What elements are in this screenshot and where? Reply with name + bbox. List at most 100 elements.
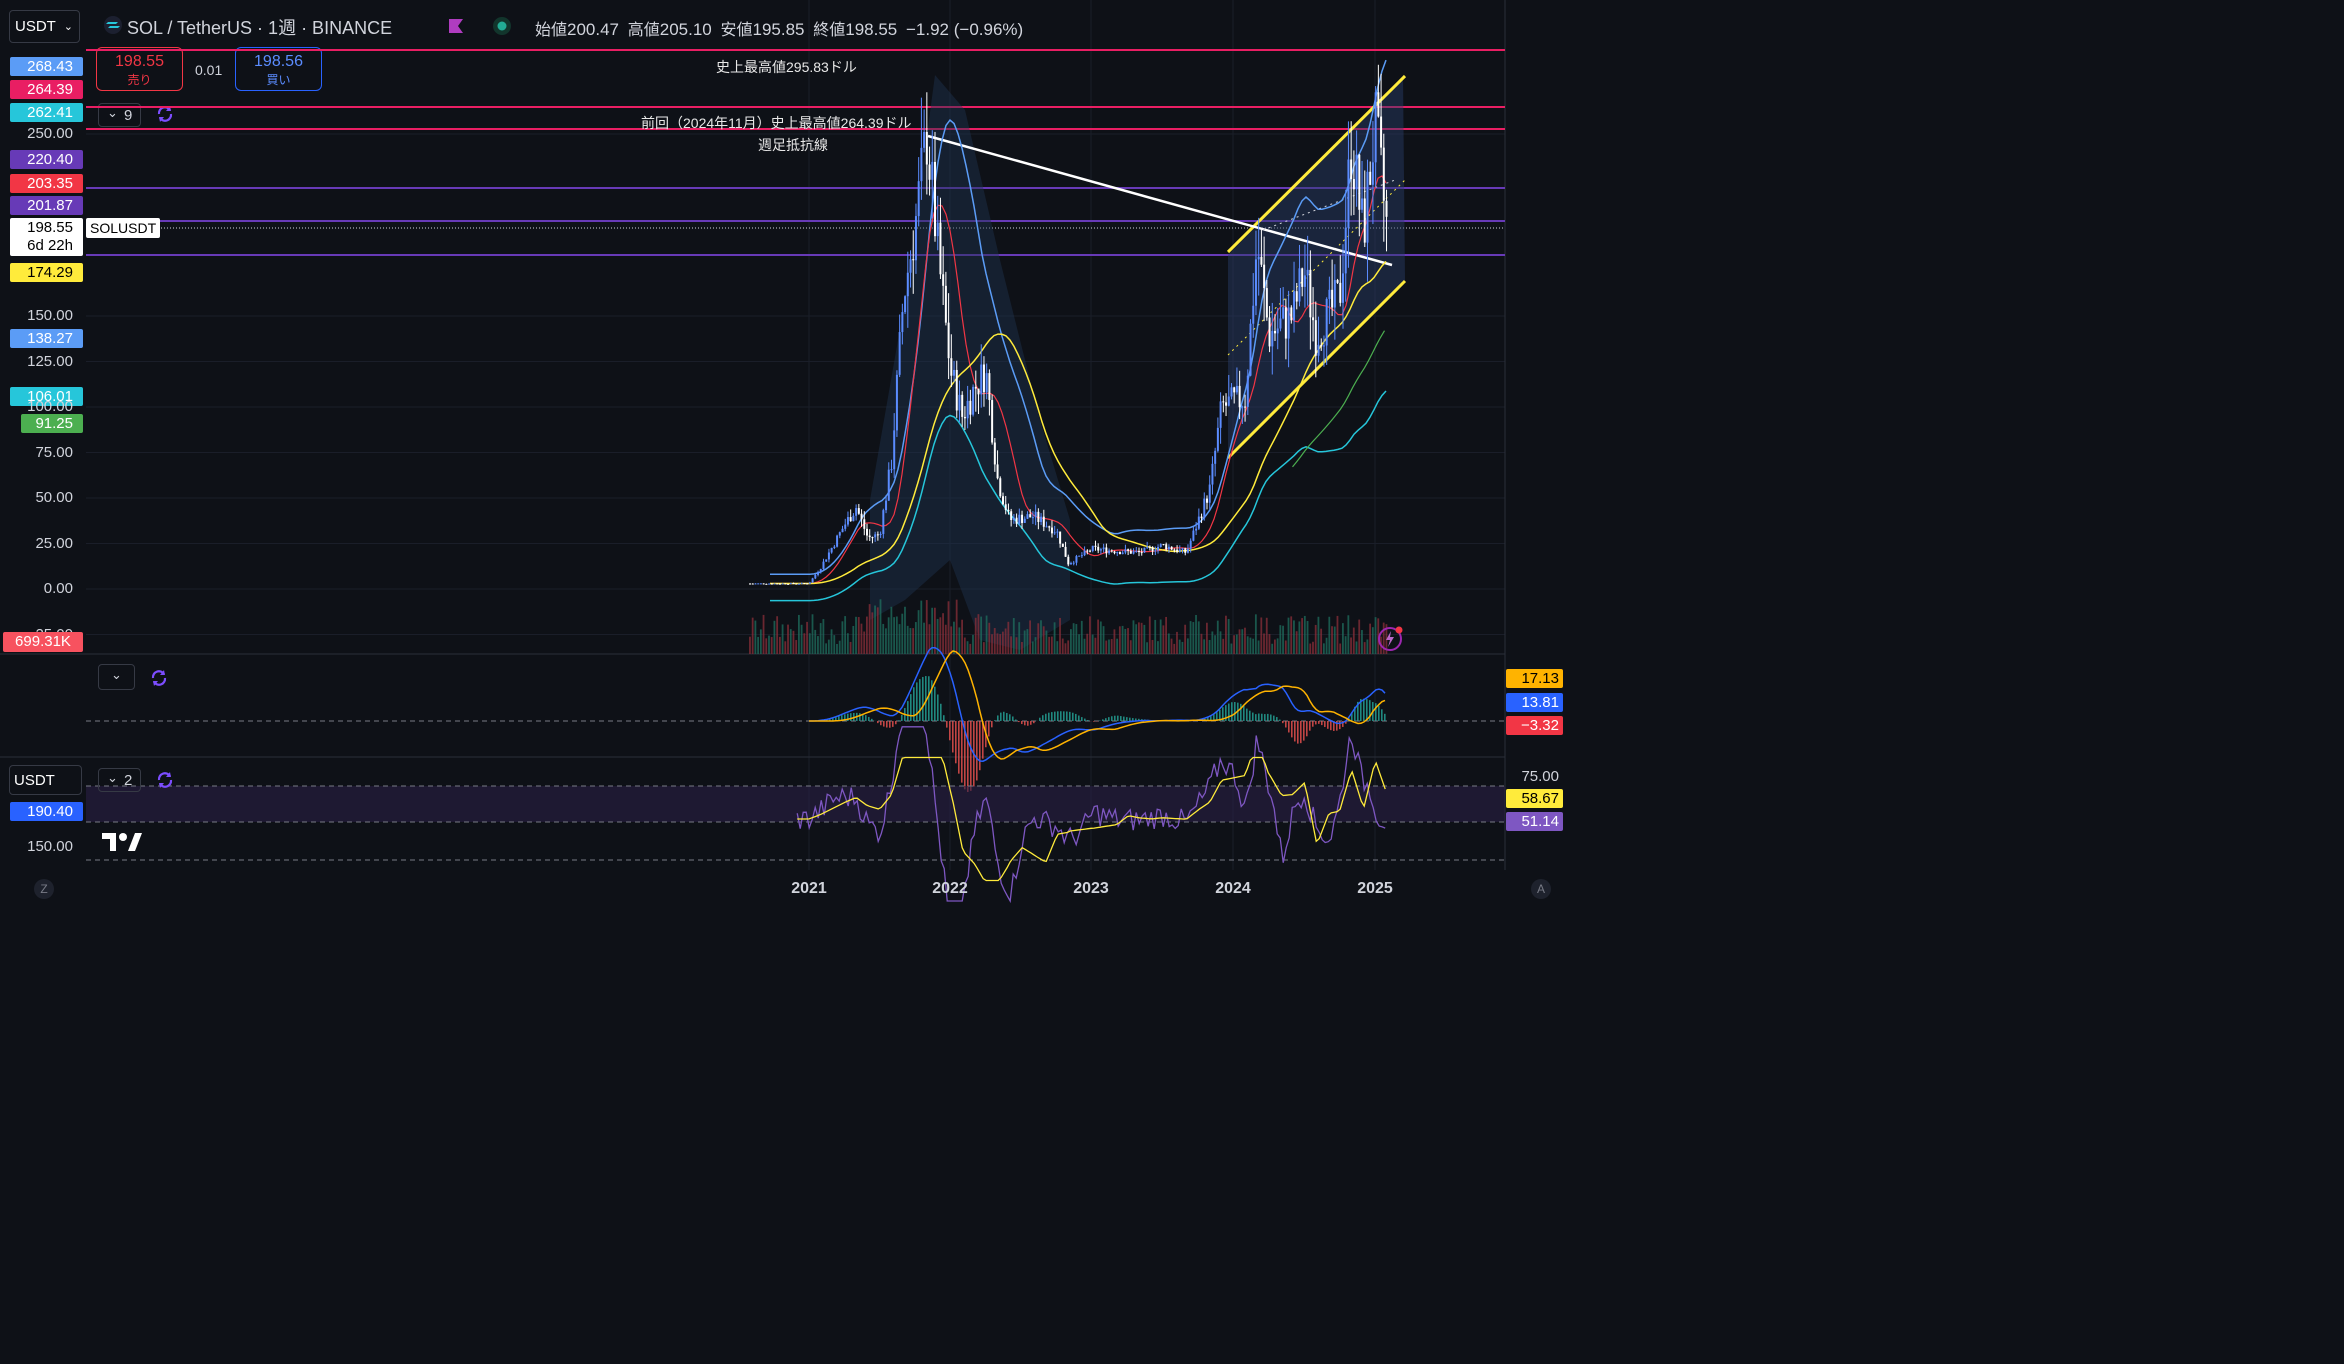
candle-body [1254, 259, 1257, 306]
macd-histogram-bar [967, 721, 969, 792]
macd-collapse-toggle[interactable]: ⌄ [98, 664, 135, 690]
lightning-icon[interactable] [1377, 625, 1405, 653]
volume-bar [1208, 639, 1211, 654]
volume-bar [988, 622, 991, 654]
auto-scale-z-button[interactable]: Z [34, 879, 54, 899]
candle-body [1322, 345, 1325, 347]
candle-body [866, 528, 869, 536]
volume-bar [1070, 629, 1072, 654]
time-axis-label-2025: 2025 [1357, 880, 1393, 897]
volume-bar [1167, 633, 1170, 654]
volume-bar [1075, 624, 1078, 654]
candle-body [778, 583, 781, 585]
macd-histogram-bar [1045, 713, 1047, 721]
volume-bar [1040, 620, 1042, 654]
volume-bar [1369, 623, 1372, 654]
volume-bar [811, 614, 814, 654]
volume-bar [991, 634, 993, 654]
volume-bar [1309, 643, 1312, 654]
macd-histogram-bar [961, 721, 963, 783]
volume-bar [950, 626, 953, 654]
candle-body [1143, 547, 1146, 553]
volume-bar [955, 599, 958, 654]
volume-bar [795, 640, 798, 654]
candle-body [1374, 92, 1377, 163]
macd-value-tag: 17.13 [1506, 669, 1563, 688]
price-axis-label: 150.00 [27, 307, 73, 324]
candle-body [1325, 298, 1328, 346]
candle-body [1151, 547, 1154, 552]
price-tag-264-39: 264.39 [10, 80, 83, 99]
volume-bar [1214, 635, 1216, 654]
macd-histogram-bar [1279, 719, 1281, 721]
volume-tag: 699.31K [3, 632, 83, 652]
macd-histogram-bar [991, 721, 993, 728]
volume-bar [1045, 630, 1048, 654]
sync-icon[interactable] [149, 668, 169, 688]
candle-body [871, 537, 874, 539]
volume-bar [947, 601, 950, 654]
candle-body [887, 469, 890, 501]
macd-histogram-bar [1087, 720, 1089, 721]
candle-body [944, 285, 947, 323]
volume-bar [1241, 629, 1244, 654]
candle-body [773, 583, 776, 585]
volume-bar [1021, 641, 1023, 654]
volume-bar [1233, 635, 1236, 654]
candle-body [789, 583, 792, 585]
candle-body [988, 373, 991, 401]
volume-bar [1148, 616, 1151, 654]
candle-body [1159, 544, 1162, 547]
candle-body [1208, 484, 1211, 503]
volume-bar [784, 641, 787, 654]
volume-bar [1053, 622, 1056, 654]
auto-scale-a-button[interactable]: A [1531, 879, 1551, 899]
candle-body [969, 400, 972, 415]
macd-histogram-bar [1015, 719, 1017, 721]
candle-body [822, 561, 825, 570]
macd-histogram-bar [1069, 711, 1071, 721]
rsi-band [86, 786, 1505, 822]
candle-body [1059, 531, 1062, 544]
sync-icon[interactable] [155, 770, 175, 790]
candle-body [1301, 268, 1304, 287]
volume-bar [841, 621, 844, 654]
candle-body [1048, 526, 1051, 528]
volume-bar [906, 625, 909, 654]
macd-histogram-bar [1129, 717, 1131, 721]
candle-body [811, 578, 814, 583]
candle-body [1099, 549, 1102, 551]
candle-body [1252, 305, 1255, 324]
volume-bar [993, 628, 996, 654]
candle-body [792, 583, 795, 585]
current-price-value: 198.55 [27, 219, 73, 236]
rsi-currency-select[interactable]: USDT [9, 765, 82, 795]
volume-bar [1312, 641, 1314, 654]
volume-bar [1254, 614, 1257, 654]
volume-bar [1235, 634, 1238, 654]
candle-body [1113, 551, 1116, 554]
price-tag-91-25: 91.25 [21, 414, 83, 433]
macd-histogram-bar [1042, 715, 1044, 721]
candle-body [803, 583, 806, 585]
rsi-value-tag: 58.67 [1506, 789, 1563, 808]
rsi-indicator-toggle[interactable]: ⌄ 2 [98, 768, 141, 792]
candle-body [1097, 546, 1100, 551]
candle-body [1045, 526, 1048, 528]
candle-body [1211, 463, 1214, 485]
macd-histogram-bar [1000, 712, 1002, 721]
volume-bar [1181, 641, 1184, 654]
macd-histogram-bar [1282, 721, 1284, 724]
candle-body [1162, 544, 1165, 546]
volume-bar [1184, 624, 1187, 654]
candle-body [1293, 291, 1296, 321]
candle-body [955, 369, 958, 411]
candle-body [825, 559, 828, 562]
volume-bar [1331, 626, 1333, 654]
macd-histogram-bar [1318, 721, 1320, 724]
candle-body [1026, 514, 1029, 519]
candle-body [885, 500, 888, 511]
candle-body [912, 259, 915, 261]
bar-countdown: 6d 22h [27, 237, 73, 254]
macd-histogram-bar [1273, 715, 1275, 721]
